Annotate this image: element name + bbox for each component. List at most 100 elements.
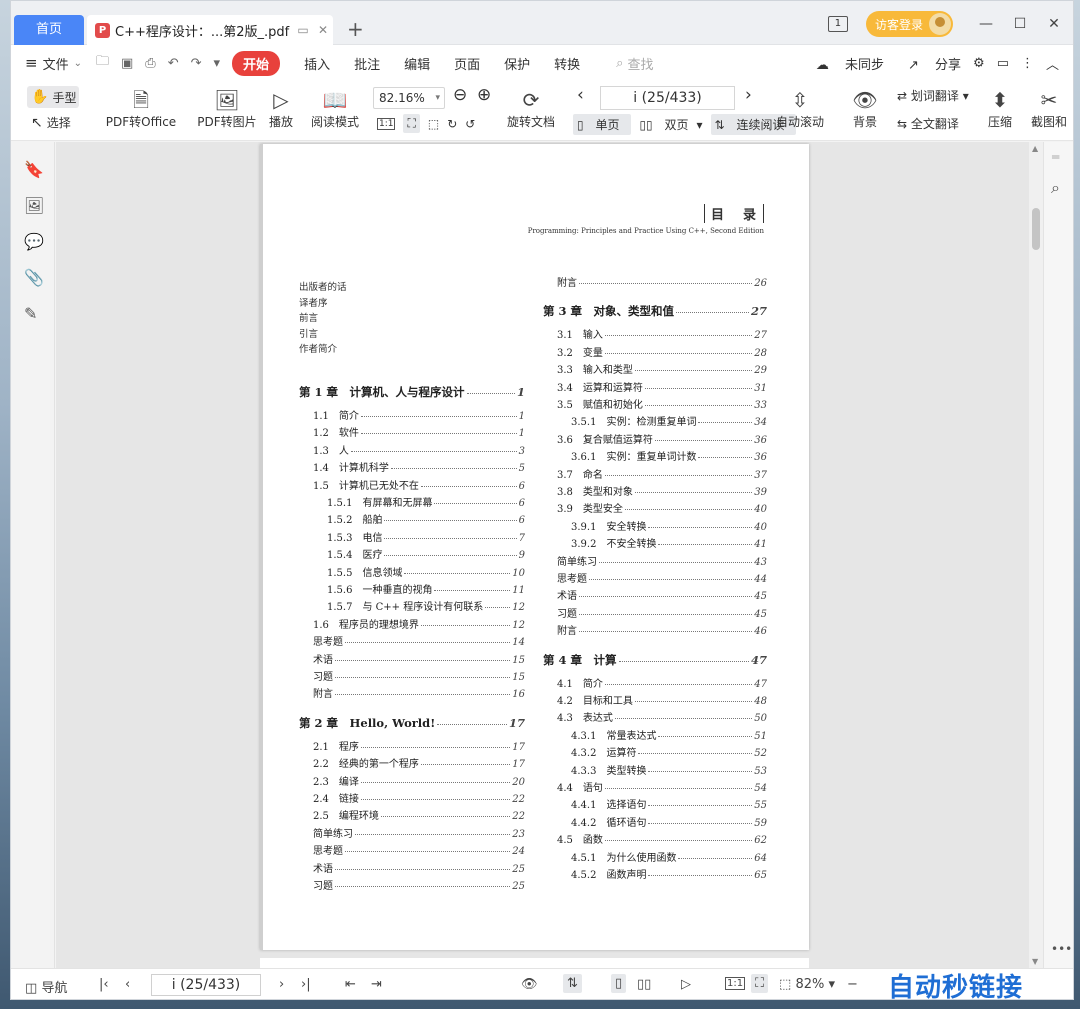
window-counter-icon[interactable]: 1 [827,16,848,32]
status-zoom-select[interactable]: ⬚ 82% ▾ [779,977,835,992]
share-button[interactable]: ↗ 分享 [896,54,961,73]
toc-entry-label: 4.1 简介 [557,678,603,690]
vertical-scrollbar[interactable]: ▲ ▼ [1029,142,1043,968]
attachment-icon[interactable]: 📎 [24,268,44,287]
rotate-document-button[interactable]: ⟳ 旋转文档 [503,87,559,130]
tab-annotate[interactable]: 批注 [354,54,380,73]
double-page-button[interactable]: ▯▯ 双页 ▾ [639,116,702,133]
more-icon[interactable]: ⋮ [1021,56,1034,71]
full-translate-button[interactable]: ⇆ 全文翻译 [897,115,959,132]
thumbnail-icon[interactable]: 🖼 [24,196,44,215]
back-icon[interactable]: ⇤ [345,977,356,992]
status-zoom-out-icon[interactable]: − [847,977,858,992]
pin-icon[interactable]: ▭ [293,23,313,37]
toc-entry-page: 44 [754,574,767,585]
prev-page-icon[interactable]: ‹ [125,977,130,992]
rotate-left-icon[interactable]: ↻ [447,117,457,131]
bookmark-icon[interactable]: 🔖 [24,160,44,179]
eye-protect-icon[interactable]: 👁 [521,977,538,992]
tab-start[interactable]: 开始 [232,50,281,76]
tab-page[interactable]: 页面 [454,54,480,73]
drag-handle-icon[interactable]: ═ [1052,150,1059,164]
toc-entry: 3.9.1 安全转换 40 [571,518,767,533]
single-page-button[interactable]: ▯ 单页 [573,114,632,135]
hamburger-icon: ≡ [25,54,38,72]
hand-tool-button[interactable]: ✋ 手型 [27,86,79,108]
zoom-select[interactable]: 82.16% [373,87,445,109]
close-tab-icon[interactable]: ✕ [313,23,333,37]
auto-scroll-button[interactable]: ⇳ 自动滚动 [767,87,833,130]
maximize-icon[interactable]: ☐ [1005,16,1035,32]
scroll-up-icon[interactable]: ▲ [1032,144,1038,153]
open-folder-icon[interactable]: 🗀 [96,52,109,74]
next-page-icon[interactable]: › [279,977,284,992]
settings-icon[interactable]: ⚙ [973,56,985,71]
fit-page-icon[interactable]: ⛶ [751,974,769,993]
zoom-out-icon[interactable]: ⊖ [453,85,467,105]
comment-icon[interactable]: 💬 [24,232,44,251]
status-page-input[interactable]: i (25/433) [151,974,261,996]
page-header-title: 目 录 [703,204,764,223]
pdf-to-image-button[interactable]: 🖼 PDF转图片 [195,87,259,130]
tab-insert[interactable]: 插入 [304,54,330,73]
background-label: 背景 [852,115,877,129]
scrollbar-thumb[interactable] [1032,208,1040,250]
pdf-to-office-button[interactable]: 🗎 PDF转Office [101,87,181,130]
navigation-button[interactable]: ◫ 导航 [25,977,67,996]
toc-leader [618,660,749,662]
single-page-icon[interactable]: ▯ [611,974,627,993]
prev-page-icon[interactable]: ‹ [577,85,584,105]
tab-document[interactable]: P C++程序设计：...第2版_.pdf ▭ ✕ [87,15,333,45]
translate-search-icon[interactable]: ⌕ [1051,178,1060,198]
zoom-in-icon[interactable]: ⊕ [477,85,491,105]
document-canvas[interactable]: 目 录 Programming: Principles and Practice… [56,142,1029,968]
sync-button[interactable]: ☁ 未同步 [804,54,884,73]
file-menu[interactable]: ≡ 文件 ⌄ [25,54,82,73]
screenshot-button[interactable]: ✂ 截图和 [1029,87,1069,130]
fit-width-icon[interactable]: ⬚ [428,117,439,131]
compress-button[interactable]: ⬍ 压缩 [983,87,1017,130]
next-page-icon[interactable]: › [745,85,752,105]
search-box[interactable]: ⌕ 查找 [616,54,653,73]
toc-entry: 第 3 章 对象、类型和值 27 [543,303,767,319]
redo-icon[interactable]: ↷ [191,56,202,71]
background-button[interactable]: 👁 背景 [845,87,885,130]
single-page-label: 单页 [595,118,620,132]
tab-edit[interactable]: 编辑 [404,54,430,73]
quick-access-dropdown-icon[interactable]: ▾ [214,56,221,71]
new-tab-button[interactable]: + [347,17,364,41]
play-icon[interactable]: ▷ [681,977,691,992]
collapse-ribbon-icon[interactable]: ︿ [1046,54,1059,73]
tab-convert[interactable]: 转换 [554,54,580,73]
double-page-icon[interactable]: ▯▯ [637,977,651,992]
visitor-login-button[interactable]: 访客登录 [865,11,953,37]
fit-page-icon[interactable]: ⛶ [403,114,420,133]
page-number-input[interactable]: i (25/433) [600,86,735,110]
forward-icon[interactable]: ⇥ [371,977,382,992]
word-translate-button[interactable]: ⇄ 划词翻译 ▾ [897,87,969,104]
scroll-down-icon[interactable]: ▼ [1032,957,1038,966]
save-icon[interactable]: ▣ [121,56,133,71]
print-icon[interactable]: ⎙ [145,56,155,71]
actual-size-icon[interactable]: 1:1 [377,117,396,130]
continuous-mode-icon[interactable]: ⇅ [563,974,582,993]
more-icon[interactable]: ••• [1051,942,1072,956]
message-icon[interactable]: ▭ [997,56,1009,71]
toc-leader [420,764,511,766]
toc-leader [579,613,753,615]
rotate-right-icon[interactable]: ↺ [465,117,475,131]
play-button[interactable]: ▷ 播放 [265,87,297,130]
first-page-icon[interactable]: |‹ [99,977,109,992]
minimize-icon[interactable]: — [971,16,1001,32]
close-window-icon[interactable]: ✕ [1039,16,1069,32]
tab-protect[interactable]: 保护 [504,54,530,73]
view-tools-row: 1:1 ⛶ ⬚ ↻ ↺ [377,114,483,133]
select-tool-button[interactable]: ↖ 选择 [31,114,71,131]
read-mode-button[interactable]: 📖 阅读模式 [307,87,363,130]
toc-leader [648,875,753,876]
signature-icon[interactable]: ✎ [24,304,37,323]
last-page-icon[interactable]: ›| [301,977,311,992]
undo-icon[interactable]: ↶ [168,56,179,71]
actual-size-icon[interactable]: 1:1 [725,977,746,990]
tab-home[interactable]: 首页 [14,15,84,45]
